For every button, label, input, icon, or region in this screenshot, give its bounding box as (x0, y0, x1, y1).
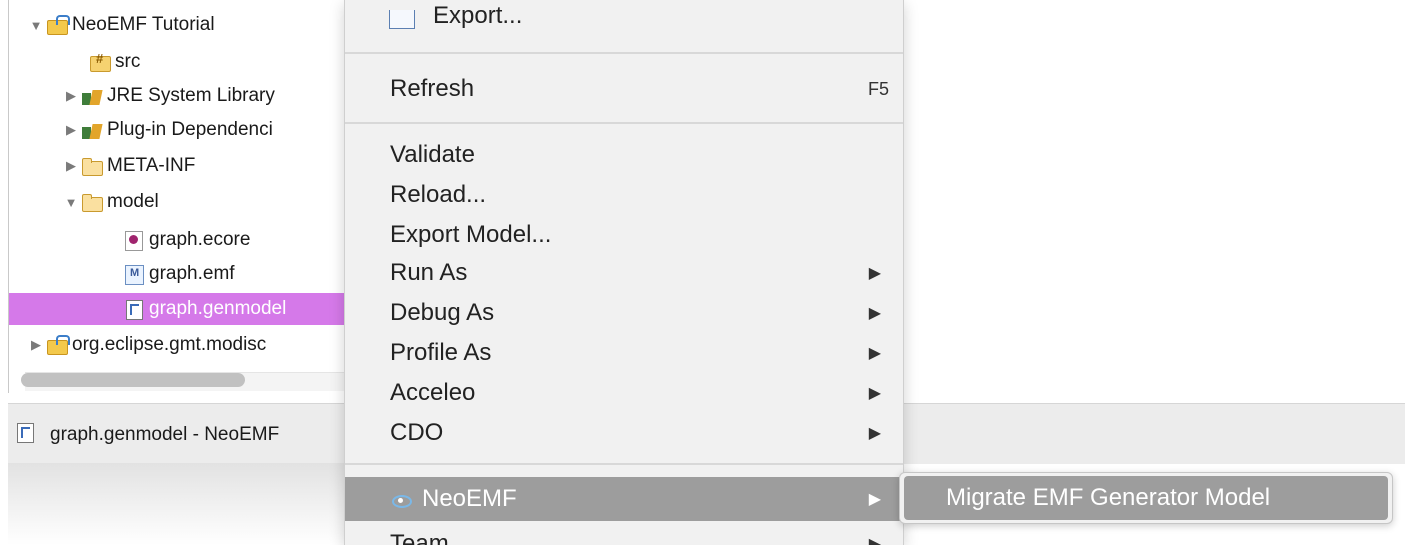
tree-item-src[interactable]: src (9, 46, 354, 78)
menu-item-export[interactable]: Export... (345, 0, 903, 36)
expand-arrow-icon[interactable]: ▶ (64, 88, 78, 104)
submenu-arrow-icon: ▶ (868, 345, 881, 362)
menu-item-reload[interactable]: Reload... (345, 175, 903, 215)
submenu-arrow-icon: ▶ (868, 491, 881, 508)
library-icon (81, 86, 103, 106)
tree-item-label: graph.genmodel (149, 298, 287, 319)
menu-item-label: Reload... (390, 181, 487, 208)
menu-item-label: Run As (390, 259, 468, 286)
tree-item-label: graph.emf (149, 263, 235, 284)
export-icon (389, 10, 415, 29)
menu-item-neoemf[interactable]: NeoEMF ▶ (345, 477, 903, 521)
project-icon (46, 15, 70, 35)
folder-icon (81, 156, 103, 176)
tree-item-label: org.eclipse.gmt.modisc (72, 334, 267, 355)
project-explorer: ▼ NeoEMF Tutorial src ▶ JRE System Libra… (8, 0, 355, 393)
expand-arrow-icon[interactable]: ▼ (29, 18, 43, 33)
tree-item-meta-inf[interactable]: ▶ META-INF (9, 150, 354, 182)
tree-item-label: META-INF (107, 155, 196, 176)
menu-item-label: Acceleo (390, 379, 476, 406)
status-text: graph.genmodel - NeoEMF (50, 424, 280, 445)
tree-item-model[interactable]: ▼ model (9, 186, 354, 218)
expand-arrow-icon[interactable]: ▼ (64, 195, 78, 210)
menu-item-validate[interactable]: Validate (345, 135, 903, 175)
ecore-file-icon (123, 230, 145, 251)
genmodel-file-icon (14, 422, 36, 443)
submenu-arrow-icon: ▶ (868, 425, 881, 442)
menu-item-label: CDO (390, 419, 444, 446)
menu-item-label-wrap: NeoEMF (390, 485, 517, 513)
menu-item-refresh[interactable]: Refresh F5 (345, 69, 903, 109)
genmodel-file-icon (123, 299, 145, 320)
tree-item-neoemf-tutorial[interactable]: ▼ NeoEMF Tutorial (9, 9, 354, 41)
tree-item-label: model (107, 191, 159, 212)
menu-item-label: Validate (390, 141, 475, 168)
menu-item-profile-as[interactable]: Profile As ▶ (345, 333, 903, 373)
tree-item-graph-genmodel[interactable]: graph.genmodel (9, 293, 354, 325)
submenu-arrow-icon: ▶ (868, 305, 881, 322)
context-menu: Export... Refresh F5 Validate Reload... … (344, 0, 904, 545)
window-shadow (8, 463, 348, 545)
menu-separator (345, 122, 903, 124)
menu-item-migrate-emf-generator-model[interactable]: Migrate EMF Generator Model (904, 476, 1388, 520)
expand-arrow-icon[interactable]: ▶ (64, 122, 78, 138)
project-icon (46, 335, 70, 355)
menu-item-label: Debug As (390, 299, 495, 326)
neoemf-submenu: Migrate EMF Generator Model (899, 472, 1393, 524)
menu-item-label: NeoEMF (422, 485, 517, 512)
folder-icon (81, 192, 103, 212)
tree-item-label: graph.ecore (149, 229, 251, 250)
menu-item-label: Migrate EMF Generator Model (946, 484, 1271, 511)
menu-item-label: Refresh (390, 75, 475, 102)
menu-item-debug-as[interactable]: Debug As ▶ (345, 293, 903, 333)
tree-item-graph-ecore[interactable]: graph.ecore (9, 224, 354, 256)
menu-item-cdo[interactable]: CDO ▶ (345, 413, 903, 453)
emf-file-icon (123, 264, 145, 285)
menu-item-acceleo[interactable]: Acceleo ▶ (345, 373, 903, 413)
horizontal-scrollbar-thumb[interactable] (21, 373, 245, 387)
menu-item-label: Export... (433, 2, 523, 29)
tree-item-label: src (115, 51, 141, 72)
tree-item-plugin-dependencies[interactable]: ▶ Plug-in Dependenci (9, 114, 354, 146)
menu-item-label: Profile As (390, 339, 492, 366)
menu-separator (345, 463, 903, 465)
tree-item-label: JRE System Library (107, 85, 275, 106)
submenu-arrow-icon: ▶ (868, 536, 881, 545)
tree-item-jre-library[interactable]: ▶ JRE System Library (9, 80, 354, 112)
tree-item-label: Plug-in Dependenci (107, 119, 273, 140)
menu-item-team[interactable]: Team ▶ (345, 524, 903, 545)
library-icon (81, 120, 103, 140)
menu-item-label: Team (390, 530, 449, 545)
menu-item-label: Export Model... (390, 221, 552, 248)
tree-item-org-eclipse-gmt[interactable]: ▶ org.eclipse.gmt.modisc (9, 329, 354, 361)
expand-arrow-icon[interactable]: ▶ (64, 158, 78, 174)
source-folder-icon (89, 51, 111, 72)
menu-separator (345, 52, 903, 54)
expand-arrow-icon[interactable]: ▶ (29, 337, 43, 353)
tree-item-label: NeoEMF Tutorial (72, 14, 215, 35)
submenu-arrow-icon: ▶ (868, 385, 881, 402)
tree-item-graph-emf[interactable]: graph.emf (9, 258, 354, 290)
menu-item-run-as[interactable]: Run As ▶ (345, 253, 903, 293)
menu-item-shortcut: F5 (867, 78, 889, 99)
submenu-arrow-icon: ▶ (868, 265, 881, 282)
neoemf-icon (390, 493, 412, 508)
menu-item-export-model[interactable]: Export Model... (345, 215, 903, 255)
